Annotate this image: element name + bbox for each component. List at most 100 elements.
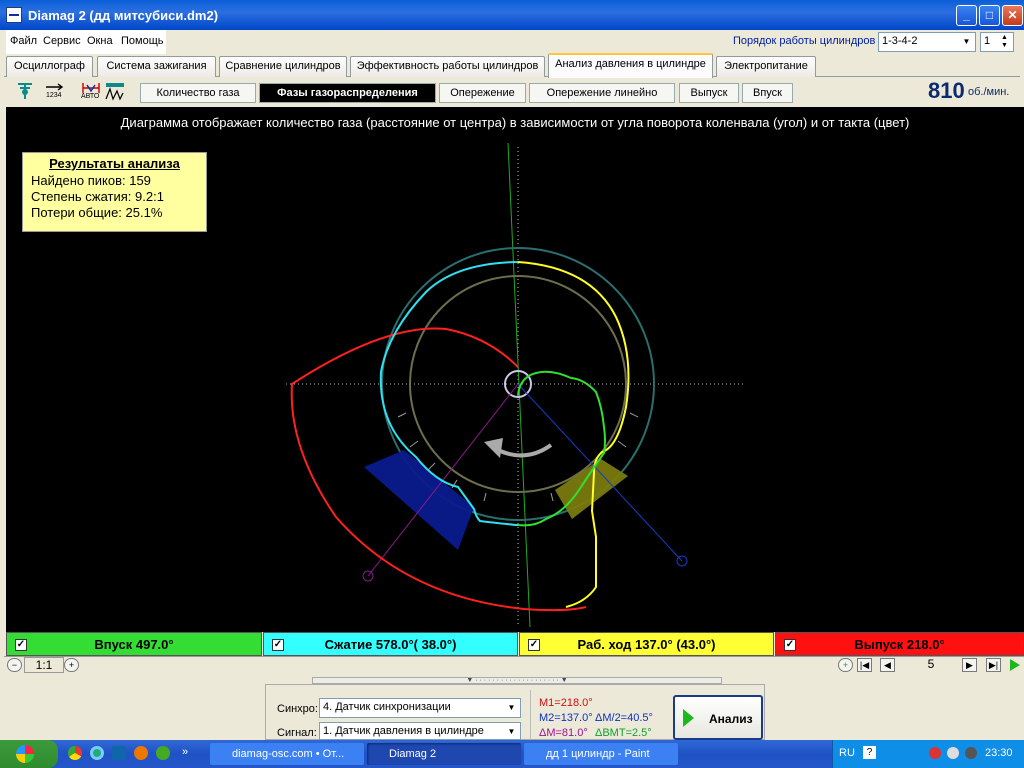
subtab-valve-timing[interactable]: Фазы газораспределения — [259, 83, 436, 103]
task-browser[interactable]: diamag-osc.com • От... — [210, 743, 364, 765]
panel-splitter[interactable]: ▼ · · · · · · · · · · · · · · · · · · · … — [312, 677, 722, 684]
marker-m2: M2=137.0° — [539, 712, 593, 724]
more-icon[interactable]: » — [182, 746, 188, 758]
subtab-advance-linear[interactable]: Опережение линейно — [529, 83, 675, 103]
stroke-intake-label: Впуск 497.0° — [94, 637, 174, 652]
chevron-down-icon: ▼ — [959, 34, 974, 50]
rpm-unit: об./мин. — [968, 86, 1010, 98]
cylinder-value: 1 — [984, 35, 991, 47]
chevron-down-icon: ▼ — [504, 700, 519, 716]
marker-dm2: ΔM/2=40.5° — [595, 712, 653, 724]
stroke-power-label: Раб. ход 137.0° (43.0°) — [577, 637, 716, 652]
play-icon — [683, 709, 694, 727]
tab-cylinder-compare[interactable]: Сравнение цилиндров — [219, 56, 347, 77]
title-bar: Diamag 2 (дд митсубиси.dm2) _ □ ✕ — [0, 0, 1024, 30]
utorrent-icon[interactable] — [156, 746, 170, 760]
cylinder-order-value: 1-3-4-2 — [882, 35, 918, 47]
minimize-button[interactable]: _ — [956, 5, 977, 26]
app-quicklaunch-icon[interactable] — [112, 746, 126, 760]
stroke-compression-label: Сжатие 578.0°( 38.0°) — [324, 637, 457, 652]
exhaust-curve — [290, 327, 587, 612]
cylinder-order-select[interactable]: 1-3-4-2 ▼ — [878, 32, 976, 52]
language-indicator[interactable]: RU — [839, 747, 855, 759]
add-frame-icon[interactable]: + — [838, 658, 853, 672]
rotation-arrowhead — [484, 438, 503, 458]
task-paint-label: дд 1 цилиндр - Paint — [546, 748, 650, 760]
auto-icon[interactable]: АВТО — [80, 81, 102, 101]
compression-checkbox[interactable]: ✓ — [272, 639, 284, 651]
first-page-icon[interactable]: |◀ — [857, 658, 872, 672]
maximize-button[interactable]: □ — [979, 5, 1000, 26]
help-icon[interactable]: ? — [863, 746, 876, 759]
tray-network-icon[interactable] — [947, 747, 959, 759]
menu-windows[interactable]: Окна — [87, 35, 113, 47]
subtab-advance[interactable]: Опережение — [439, 83, 526, 103]
tab-power-supply[interactable]: Электропитание — [716, 56, 816, 77]
cylinder-spinner[interactable]: 1 ▲ ▼ — [980, 32, 1014, 52]
tab-oscilloscope[interactable]: Осциллограф — [6, 56, 93, 77]
chrome-icon[interactable] — [68, 746, 82, 760]
stroke-power[interactable]: ✓ Раб. ход 137.0° (43.0°) — [519, 632, 774, 656]
play-icon[interactable] — [1010, 659, 1020, 671]
subtab-gas-amount[interactable]: Количество газа — [140, 83, 256, 103]
power-checkbox[interactable]: ✓ — [528, 639, 540, 651]
power-stroke-curve — [517, 261, 630, 608]
firefox-icon[interactable] — [134, 746, 148, 760]
rpm-value: 810 — [928, 78, 965, 103]
page-number[interactable]: 5 — [904, 657, 958, 673]
diagram-canvas[interactable]: Диаграмма отображает количество газа (ра… — [6, 107, 1024, 632]
signal-value: 1. Датчик давления в цилиндре — [323, 725, 484, 737]
signal-label: Сигнал: — [277, 727, 317, 739]
intake-sector — [364, 450, 474, 550]
spinner-arrows-icon[interactable]: ▲ ▼ — [997, 34, 1012, 50]
tab-ignition[interactable]: Система зажигания — [97, 56, 216, 77]
exhaust-checkbox[interactable]: ✓ — [784, 639, 796, 651]
zoom-out-icon[interactable]: − — [7, 658, 22, 672]
sync-select[interactable]: 4. Датчик синхронизации ▼ — [319, 698, 521, 718]
cylinder-order-label: Порядок работы цилиндров — [733, 35, 876, 47]
menu-help[interactable]: Помощь — [121, 35, 164, 47]
start-button[interactable] — [0, 740, 58, 768]
stroke-intake[interactable]: ✓ Впуск 497.0° — [6, 632, 262, 656]
panel-divider — [530, 690, 531, 740]
window-title: Diamag 2 (дд митсубиси.dm2) — [28, 8, 219, 23]
results-compression: Степень сжатия: 9.2:1 — [31, 189, 164, 204]
task-diamag[interactable]: Diamag 2 — [367, 743, 521, 765]
menu-service[interactable]: Сервис — [43, 35, 81, 47]
sync-label: Синхро: — [277, 703, 318, 715]
antenna-icon[interactable] — [14, 81, 36, 101]
last-page-icon[interactable]: ▶| — [986, 658, 1001, 672]
system-tray: RU ? 23:30 — [832, 740, 1024, 768]
counter-1234-text: 1234 — [46, 92, 62, 99]
next-page-icon[interactable]: ▶ — [962, 658, 977, 672]
tab-cylinder-efficiency[interactable]: Эффективность работы цилиндров — [350, 56, 545, 77]
results-losses: Потери общие: 25.1% — [31, 205, 163, 220]
task-diamag-label: Diamag 2 — [389, 748, 437, 760]
close-button[interactable]: ✕ — [1002, 5, 1023, 26]
intake-checkbox[interactable]: ✓ — [15, 639, 27, 651]
analyze-button[interactable]: Анализ — [673, 695, 763, 740]
ie-icon[interactable] — [90, 746, 104, 760]
stroke-exhaust-label: Выпуск 218.0° — [854, 637, 945, 652]
menu-file[interactable]: Файл — [10, 35, 37, 47]
results-title: Результаты анализа — [49, 156, 180, 171]
signal-select[interactable]: 1. Датчик давления в цилиндре ▼ — [319, 722, 521, 740]
prev-page-icon[interactable]: ◀ — [880, 658, 895, 672]
stroke-compression[interactable]: ✓ Сжатие 578.0°( 38.0°) — [263, 632, 518, 656]
stroke-exhaust[interactable]: ✓ Выпуск 218.0° — [775, 632, 1024, 656]
subtab-intake[interactable]: Впуск — [742, 83, 793, 103]
chevron-down-icon: ▼ — [504, 724, 519, 739]
peaks-icon[interactable] — [104, 81, 126, 101]
analyze-button-label: Анализ — [709, 712, 753, 726]
tab-pressure-analysis[interactable]: Анализ давления в цилиндре — [548, 53, 713, 78]
marker-dm: ΔM=81.0° — [539, 727, 588, 739]
subtab-exhaust[interactable]: Выпуск — [679, 83, 739, 103]
marker-dbmt: ΔВМТ=2.5° — [595, 727, 652, 739]
tray-volume-icon[interactable] — [965, 747, 977, 759]
marker-line-m2 — [517, 383, 683, 562]
zoom-in-icon[interactable]: + — [64, 658, 79, 672]
counter-1234-icon[interactable]: 1234 — [43, 81, 65, 101]
tray-app-icon[interactable] — [929, 747, 941, 759]
marker-m1: M1=218.0° — [539, 697, 593, 709]
task-paint[interactable]: дд 1 цилиндр - Paint — [524, 743, 678, 765]
